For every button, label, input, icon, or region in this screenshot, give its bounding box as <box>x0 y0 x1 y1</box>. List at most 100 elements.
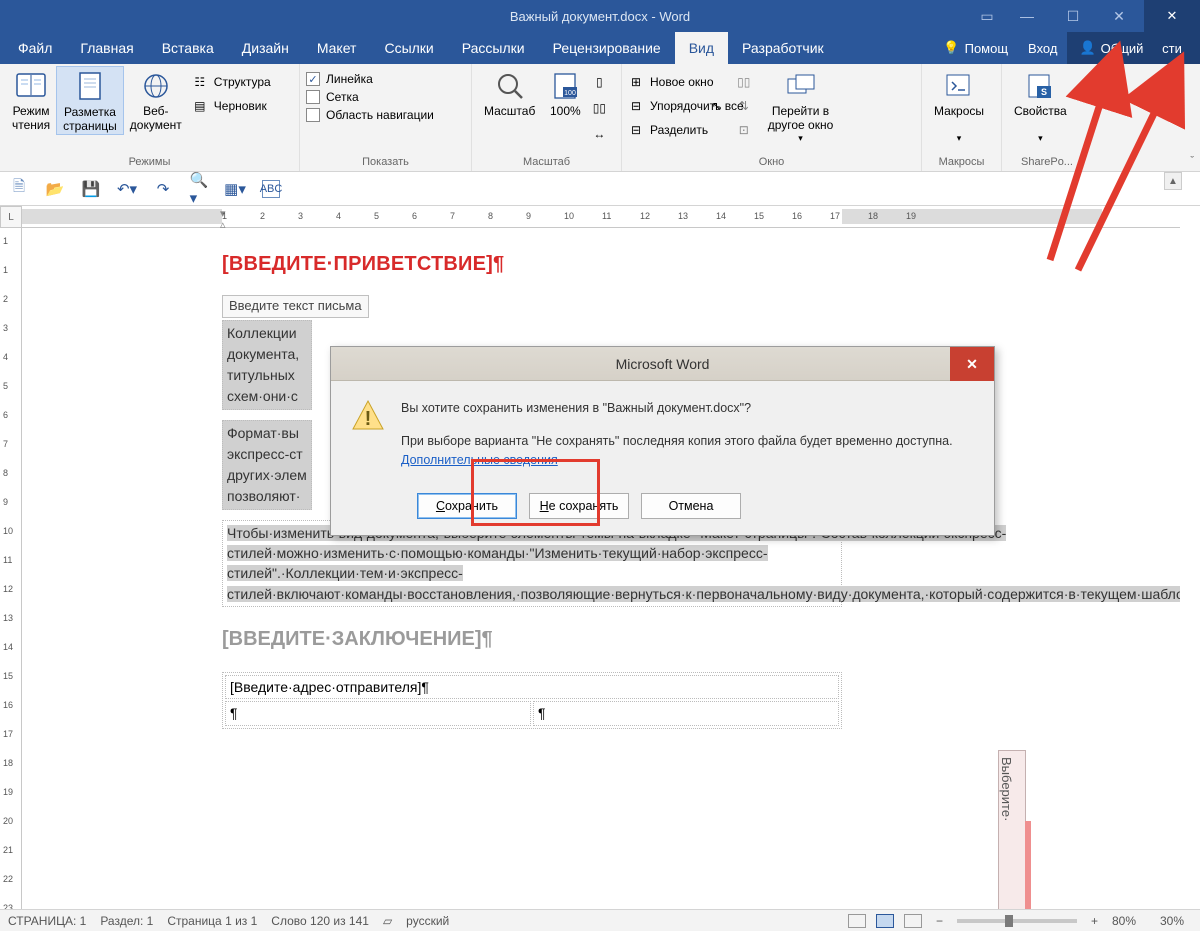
one-page-button[interactable]: ▯ <box>591 72 607 92</box>
modes-group-label: Режимы <box>6 154 293 171</box>
vertical-ruler[interactable]: 11234567891011121314151617181920212223 <box>0 228 22 909</box>
multi-page-button[interactable]: ▯▯ <box>591 98 607 118</box>
paragraph-2[interactable]: Формат·вы экспресс-ст других·элем позвол… <box>222 420 312 510</box>
outline-button[interactable]: ☷Структура <box>192 72 271 92</box>
zoom-level[interactable]: 80% <box>1112 914 1136 928</box>
tab-developer[interactable]: Разработчик <box>728 32 838 64</box>
spelling-icon[interactable]: ABC <box>262 180 280 198</box>
tab-layout[interactable]: Макет <box>303 32 371 64</box>
zoom-group-label: Масштаб <box>478 154 615 171</box>
tab-mailings[interactable]: Рассылки <box>448 32 539 64</box>
tab-home[interactable]: Главная <box>66 32 147 64</box>
minimize-button[interactable]: — <box>1004 0 1050 32</box>
dialog-more-info-link[interactable]: Дополнительные сведения <box>401 453 558 467</box>
properties-button[interactable]: S Свойства ▾ <box>1008 66 1073 144</box>
web-layout-button[interactable]: Веб- документ <box>124 66 188 133</box>
outer-window-close-button[interactable]: ✕ <box>1144 0 1200 32</box>
open-icon[interactable]: 📂 <box>46 180 64 198</box>
zoom-100-button[interactable]: 100 100% <box>541 66 589 118</box>
cancel-button[interactable]: Отмена <box>641 493 741 519</box>
proofing-icon[interactable]: ▱ <box>383 914 392 928</box>
window-title: Важный документ.docx - Word <box>510 9 690 24</box>
revision-mark <box>1025 821 1031 909</box>
document-area[interactable]: [ВВЕДИТЕ·ПРИВЕТСТВИЕ]¶ Введите текст пис… <box>22 228 1180 909</box>
svg-text:!: ! <box>365 408 372 430</box>
margin-comment-box[interactable]: Выберите· <box>998 750 1026 909</box>
dialog-title: Microsoft Word <box>616 356 710 372</box>
tab-view[interactable]: Вид <box>675 32 728 64</box>
print-preview-icon[interactable]: 🔍▾ <box>190 180 208 198</box>
save-icon[interactable]: 💾 <box>82 180 100 198</box>
ruler-corner[interactable]: L <box>0 206 22 228</box>
horizontal-ruler[interactable]: ▾ ▵ 12345678910111213141516171819 <box>22 206 1180 228</box>
login-button[interactable]: Вход <box>1018 41 1067 56</box>
tab-design[interactable]: Дизайн <box>228 32 303 64</box>
zoom-button[interactable]: Масштаб <box>478 66 541 118</box>
ribbon-options-icon[interactable]: ▭ <box>968 0 1006 32</box>
dialog-title-bar[interactable]: Microsoft Word ✕ <box>331 347 994 381</box>
undo-icon[interactable]: ↶▾ <box>118 180 136 198</box>
checkbox-empty-icon <box>306 90 320 104</box>
zoom-slider[interactable] <box>957 919 1077 923</box>
read-view-icon[interactable] <box>848 914 866 928</box>
dialog-close-button[interactable]: ✕ <box>950 347 994 381</box>
table-icon[interactable]: ▦▾ <box>226 180 244 198</box>
side-by-side-icon: ▯▯ <box>736 74 752 90</box>
navigation-pane-checkbox[interactable]: Область навигации <box>306 108 434 122</box>
status-page[interactable]: СТРАНИЦА: 1 <box>8 914 86 928</box>
draft-icon: ▤ <box>192 98 208 114</box>
sharepoint-group-label: SharePo... <box>1008 154 1086 171</box>
ruler-checkbox[interactable]: ✓Линейка <box>306 72 434 86</box>
reset-position-button[interactable]: ⊡ <box>736 120 752 140</box>
print-layout-view-icon[interactable] <box>876 914 894 928</box>
empty-cell-1[interactable]: ¶ <box>225 701 531 725</box>
status-page-of[interactable]: Страница 1 из 1 <box>167 914 257 928</box>
gridlines-checkbox[interactable]: Сетка <box>306 90 434 104</box>
view-side-by-side-button[interactable]: ▯▯ <box>736 72 752 92</box>
properties-label: Свойства <box>1014 104 1067 118</box>
tab-file[interactable]: Файл <box>4 32 66 64</box>
redo-icon[interactable]: ↷ <box>154 180 172 198</box>
greeting-placeholder[interactable]: [ВВЕДИТЕ·ПРИВЕТСТВИЕ]¶ <box>222 250 912 279</box>
help-button[interactable]: 💡Помощ <box>933 40 1018 56</box>
status-word-count[interactable]: Слово 120 из 141 <box>271 914 369 928</box>
tab-insert[interactable]: Вставка <box>148 32 228 64</box>
reset-pos-icon: ⊡ <box>736 122 752 138</box>
status-section[interactable]: Раздел: 1 <box>100 914 153 928</box>
save-button[interactable]: Сохранить <box>417 493 517 519</box>
switch-window-button[interactable]: Перейти в другое окно ▾ <box>762 66 840 144</box>
zoom-out-button[interactable]: − <box>936 914 943 928</box>
macros-button[interactable]: Макросы▾ <box>928 66 990 144</box>
read-mode-button[interactable]: Режим чтения <box>6 66 56 133</box>
collapse-ribbon-button[interactable]: ˇ <box>1190 155 1194 167</box>
split-button[interactable]: ⊟Разделить <box>628 120 722 140</box>
status-language[interactable]: русский <box>406 914 449 928</box>
web-layout-icon <box>140 70 172 102</box>
sender-table[interactable]: [Введите·адрес·отправителя]¶ ¶¶ <box>222 672 842 729</box>
zoom-in-button[interactable]: + <box>1091 914 1098 928</box>
tab-review[interactable]: Рецензирование <box>539 32 675 64</box>
page-layout-button[interactable]: Разметка страницы <box>56 66 124 135</box>
maximize-button[interactable]: ☐ <box>1050 0 1096 32</box>
tab-references[interactable]: Ссылки <box>370 32 447 64</box>
empty-cell-2[interactable]: ¶ <box>533 701 839 725</box>
sender-address-cell[interactable]: [Введите·адрес·отправителя]¶ <box>225 675 839 699</box>
new-doc-icon[interactable]: 🗎 <box>10 180 28 198</box>
scroll-up-button[interactable]: ▲ <box>1164 172 1182 190</box>
dont-save-button[interactable]: Не сохранять <box>529 493 629 519</box>
closing-placeholder[interactable]: [ВВЕДИТЕ·ЗАКЛЮЧЕНИЕ]¶ <box>222 625 912 654</box>
page-width-button[interactable]: ↔ <box>591 124 607 144</box>
new-window-button[interactable]: ⊞Новое окно <box>628 72 722 92</box>
letter-body-placeholder[interactable]: Введите текст письма <box>222 295 369 318</box>
zoom-slider-thumb[interactable] <box>1005 915 1013 927</box>
sync-scroll-button[interactable]: ⇅ <box>736 96 752 116</box>
close-button[interactable]: ✕ <box>1096 0 1142 32</box>
arrange-all-button[interactable]: ⊟Упорядочить все↖ <box>628 96 722 116</box>
paragraph-1[interactable]: Коллекции документа, титульных схем·они·… <box>222 320 312 410</box>
web-view-icon[interactable] <box>904 914 922 928</box>
sharepoint-icon: S <box>1024 70 1056 102</box>
svg-text:S: S <box>1041 87 1047 97</box>
dropdown-caret-icon: ▾ <box>1038 133 1043 144</box>
multi-page-icon: ▯▯ <box>591 100 607 116</box>
draft-button[interactable]: ▤Черновик <box>192 96 271 116</box>
